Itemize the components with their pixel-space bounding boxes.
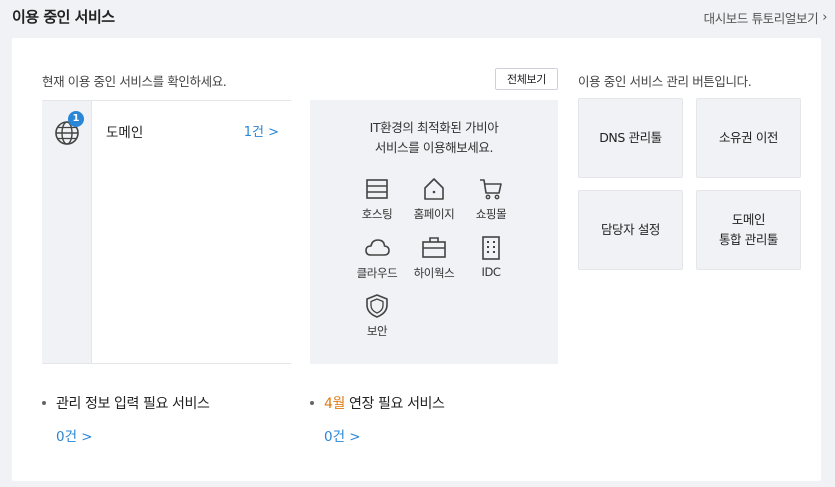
shield-icon (366, 294, 388, 318)
button-label-line-1: 도메인 (731, 212, 766, 227)
dns-management-button[interactable]: DNS 관리툴 (578, 98, 683, 178)
home-icon (424, 178, 444, 200)
promo-item-label: IDC (481, 265, 501, 279)
service-list: 1 도메인 1건 > (42, 100, 291, 364)
button-label-line-2: 통합 관리툴 (718, 232, 779, 247)
briefcase-icon (422, 237, 446, 258)
page-title: 이용 중인 서비스 (12, 8, 115, 26)
renewal-required-section: 4월 연장 필요 서비스 0건 > (310, 393, 445, 445)
info-required-count-link[interactable]: 0건 > (56, 425, 209, 445)
bullet-dot (310, 401, 314, 405)
domain-integrated-management-label: 도메인 통합 관리툴 (719, 210, 778, 250)
building-icon (482, 236, 500, 260)
domain-integrated-management-button[interactable]: 도메인 통합 관리툴 (696, 190, 801, 270)
dashboard-header: 이용 중인 서비스 대시보드 튜토리얼보기 › (0, 0, 835, 36)
view-all-button[interactable]: 전체보기 (495, 68, 558, 90)
ownership-transfer-button[interactable]: 소유권 이전 (696, 98, 801, 178)
promo-line-2: 서비스를 이용해보세요. (374, 140, 494, 155)
promo-item-label: 보안 (366, 324, 388, 338)
tutorial-link[interactable]: 대시보드 튜토리얼보기 › (703, 8, 828, 27)
promo-item-label: 쇼핑몰 (475, 207, 507, 221)
domain-count-link[interactable]: 1건 > (244, 121, 279, 140)
server-icon (366, 179, 388, 199)
renewal-required-label: 연장 필요 서비스 (345, 396, 445, 412)
info-required-label: 관리 정보 입력 필요 서비스 (56, 396, 210, 412)
info-required-title: 관리 정보 입력 필요 서비스 (42, 393, 210, 413)
promo-item-cloud[interactable]: 클라우드 (347, 235, 407, 281)
promo-item-label: 하이웍스 (413, 266, 455, 280)
service-promo-panel: IT환경의 최적화된 가비아 서비스를 이용해보세요. 호스팅 홈페이지 쇼핑몰… (310, 100, 558, 364)
renewal-required-count-link[interactable]: 0건 > (324, 425, 445, 445)
chevron-right-icon: › (822, 10, 827, 25)
contact-settings-label: 담당자 설정 (600, 222, 661, 237)
ownership-transfer-label: 소유권 이전 (718, 130, 779, 145)
service-icon-column: 1 (42, 101, 92, 363)
services-card: 현재 이용 중인 서비스를 확인하세요. 전체보기 1 도메인 1건 > IT환… (12, 38, 821, 481)
cart-icon (480, 179, 502, 200)
promo-item-label: 홈페이지 (413, 207, 455, 221)
promo-text: IT환경의 최적화된 가비아 서비스를 이용해보세요. (310, 118, 558, 158)
promo-item-hosting[interactable]: 호스팅 (347, 176, 407, 222)
promo-item-security[interactable]: 보안 (347, 293, 407, 339)
promo-item-homepage[interactable]: 홈페이지 (404, 176, 464, 222)
contact-settings-button[interactable]: 담당자 설정 (578, 190, 683, 270)
info-required-section: 관리 정보 입력 필요 서비스 0건 > (42, 393, 210, 445)
promo-item-hiworks[interactable]: 하이웍스 (404, 235, 464, 281)
promo-item-label: 클라우드 (356, 266, 398, 280)
promo-item-label: 호스팅 (361, 207, 393, 221)
dns-management-label: DNS 관리툴 (599, 130, 662, 145)
current-services-caption: 현재 이용 중인 서비스를 확인하세요. (42, 74, 227, 89)
promo-item-shopping[interactable]: 쇼핑몰 (461, 176, 521, 222)
renewal-month: 4월 (324, 396, 345, 412)
promo-item-idc[interactable]: IDC (461, 235, 521, 279)
renewal-required-title: 4월 연장 필요 서비스 (310, 393, 445, 413)
service-count-badge: 1 (68, 111, 84, 127)
cloud-icon (365, 239, 390, 256)
bullet-dot (42, 401, 46, 405)
tutorial-link-label: 대시보드 튜토리얼보기 (703, 11, 819, 26)
service-name-domain: 도메인 (106, 125, 144, 141)
management-caption: 이용 중인 서비스 관리 버튼입니다. (578, 74, 752, 89)
promo-line-1: IT환경의 최적화된 가비아 (369, 120, 499, 135)
